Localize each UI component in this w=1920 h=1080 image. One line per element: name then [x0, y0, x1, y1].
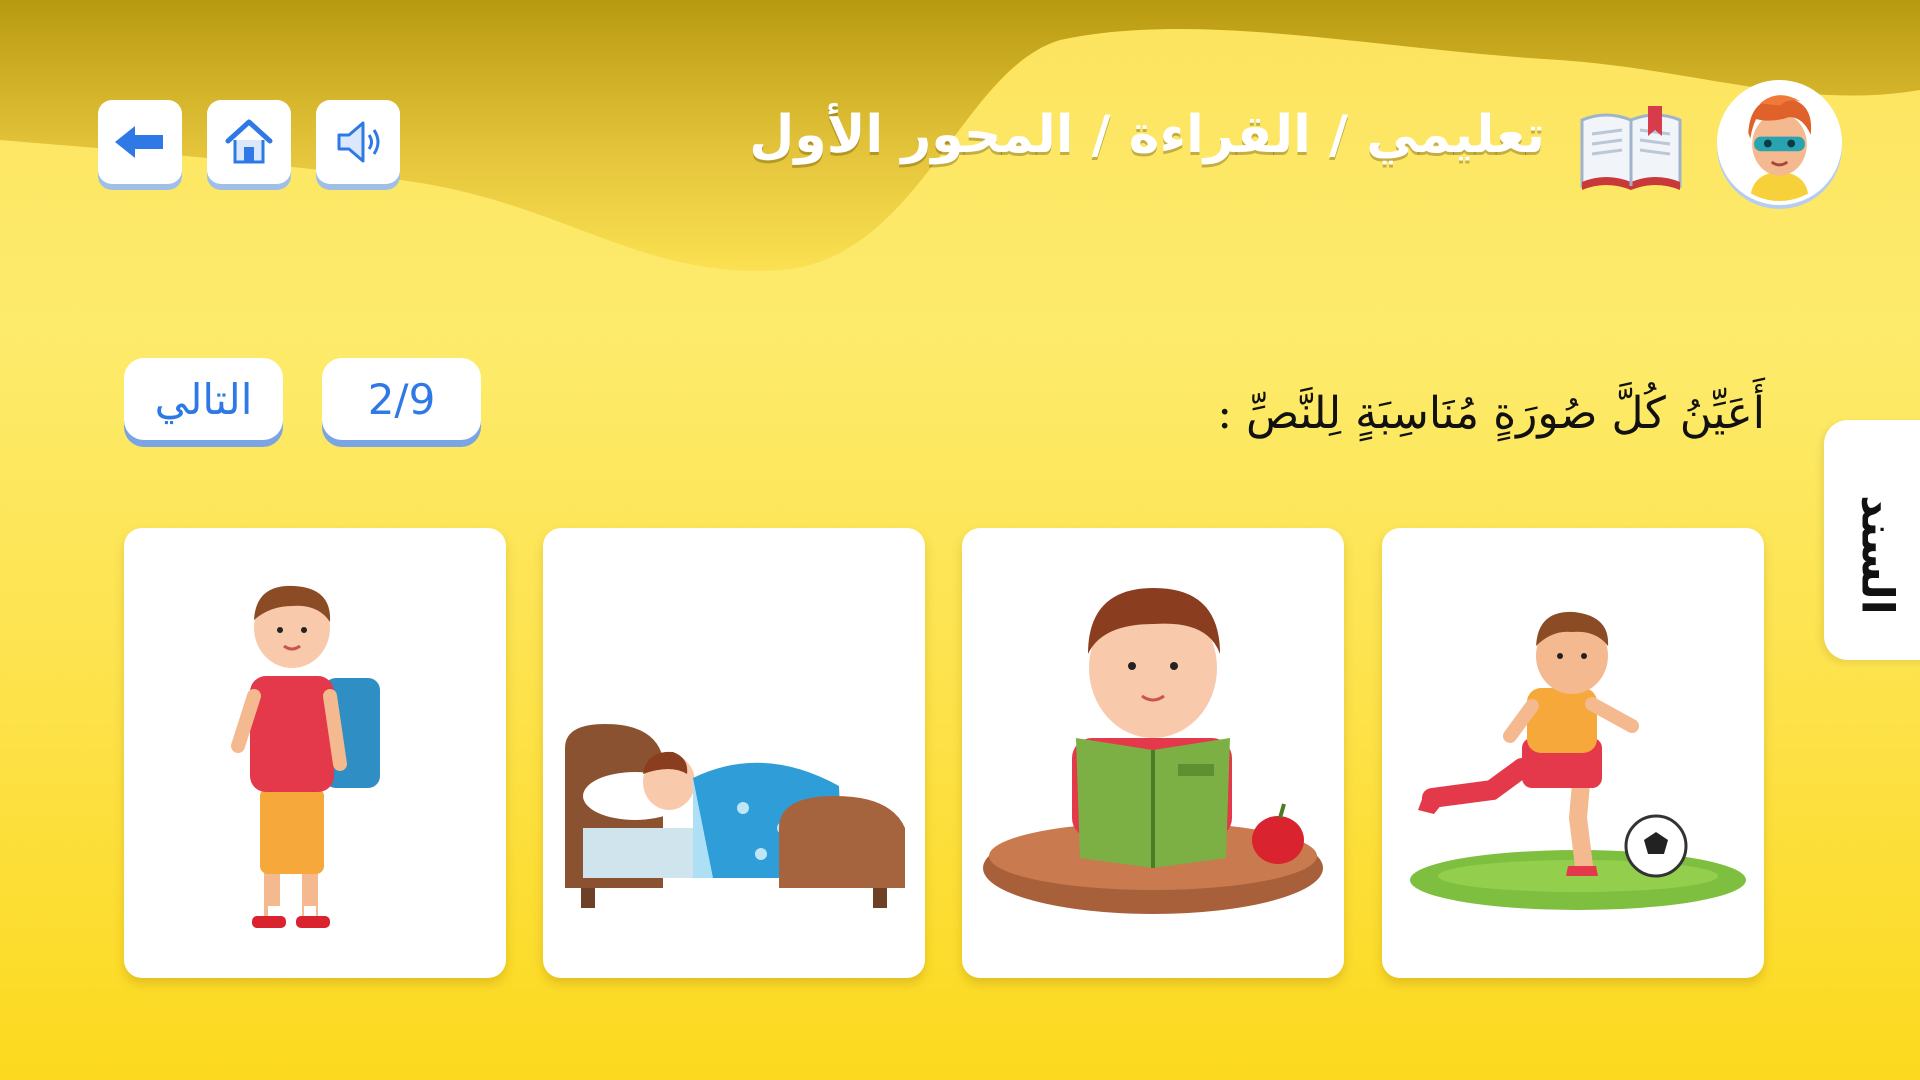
- avatar-boy-icon: [1721, 84, 1838, 201]
- book-icon: [1580, 106, 1682, 190]
- picture-card-backpack[interactable]: [124, 528, 506, 978]
- speaker-icon: [337, 121, 380, 163]
- boy-reading-book-image: [983, 588, 1323, 914]
- next-button[interactable]: التالي: [124, 358, 283, 440]
- sound-button[interactable]: [316, 100, 400, 184]
- side-tab-label: السند: [1851, 495, 1903, 615]
- back-button[interactable]: [98, 100, 182, 184]
- progress-indicator: 2/9: [322, 358, 481, 440]
- user-avatar[interactable]: [1717, 80, 1842, 205]
- back-arrow-icon: [115, 126, 163, 158]
- boy-sleeping-in-bed-image: [565, 724, 905, 908]
- instruction-text: أَعَيِّنُ كُلَّ صُورَةٍ مُنَاسِبَةٍ لِلن…: [1217, 388, 1765, 439]
- picture-card-reading[interactable]: [962, 528, 1344, 978]
- side-tab-sanad[interactable]: السند: [1824, 420, 1920, 660]
- boy-with-school-backpack-image: [231, 585, 380, 928]
- home-icon: [225, 119, 273, 164]
- boy-playing-football-image: [1410, 611, 1746, 910]
- breadcrumb: تعليمي / القراءة / المحور الأول: [749, 105, 1545, 165]
- picture-card-sleeping[interactable]: [543, 528, 925, 978]
- picture-card-football[interactable]: [1382, 528, 1764, 978]
- home-button[interactable]: [207, 100, 291, 184]
